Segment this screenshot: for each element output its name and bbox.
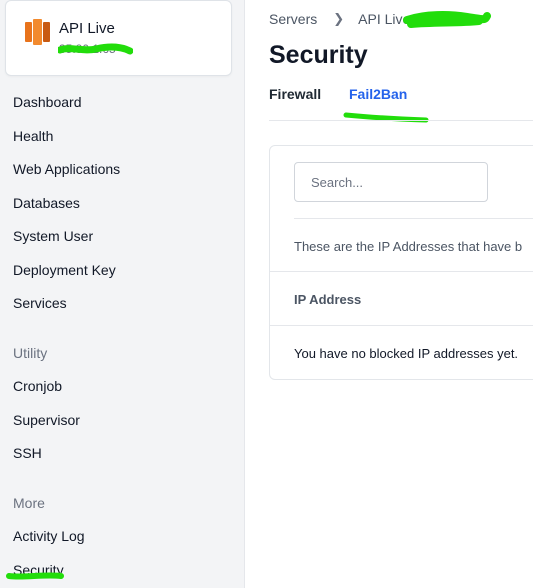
- empty-state-message: You have no blocked IP addresses yet.: [294, 346, 519, 361]
- page-title: Security: [269, 41, 368, 69]
- sidebar-heading-more: More: [13, 495, 45, 511]
- redaction-scribble: [58, 43, 133, 55]
- redaction-scribble: [403, 11, 491, 28]
- server-card[interactable]: API Live 35.80.1.65: [5, 0, 232, 76]
- column-header-ip-address: IP Address: [294, 292, 362, 307]
- highlight-scribble: [6, 572, 64, 580]
- sidebar-item-services[interactable]: Services: [13, 294, 67, 312]
- highlight-scribble: [343, 112, 429, 123]
- divider: [294, 218, 533, 219]
- chevron-right-icon: ❯: [333, 11, 345, 26]
- panel-description: These are the IP Addresses that have b: [294, 239, 523, 254]
- sidebar-item-dashboard[interactable]: Dashboard: [13, 93, 82, 111]
- sidebar-item-system-user[interactable]: System User: [13, 227, 93, 245]
- search-input[interactable]: [294, 162, 488, 202]
- divider: [270, 271, 533, 272]
- sidebar-item-activity-log[interactable]: Activity Log: [13, 527, 85, 545]
- sidebar-item-databases[interactable]: Databases: [13, 194, 80, 212]
- tab-fail2ban[interactable]: Fail2Ban: [349, 86, 407, 102]
- sidebar: API Live 35.80.1.65 Dashboard Health Web…: [0, 0, 245, 588]
- sidebar-item-health[interactable]: Health: [13, 127, 53, 145]
- breadcrumb: Servers ❯ API Live: [269, 11, 410, 27]
- tabs-divider: [269, 120, 533, 121]
- server-name: API Live: [59, 20, 115, 37]
- sidebar-item-web-applications[interactable]: Web Applications: [13, 160, 120, 178]
- sidebar-item-deployment-key[interactable]: Deployment Key: [13, 261, 116, 279]
- blocked-ip-panel: These are the IP Addresses that have b I…: [269, 145, 533, 380]
- breadcrumb-servers[interactable]: Servers: [269, 11, 317, 27]
- sidebar-item-cronjob[interactable]: Cronjob: [13, 377, 62, 395]
- divider: [270, 325, 533, 326]
- sidebar-heading-utility: Utility: [13, 345, 48, 361]
- tab-firewall[interactable]: Firewall: [269, 86, 321, 102]
- aws-server-icon: [25, 18, 51, 46]
- sidebar-item-supervisor[interactable]: Supervisor: [13, 411, 80, 429]
- sidebar-item-ssh[interactable]: SSH: [13, 444, 42, 462]
